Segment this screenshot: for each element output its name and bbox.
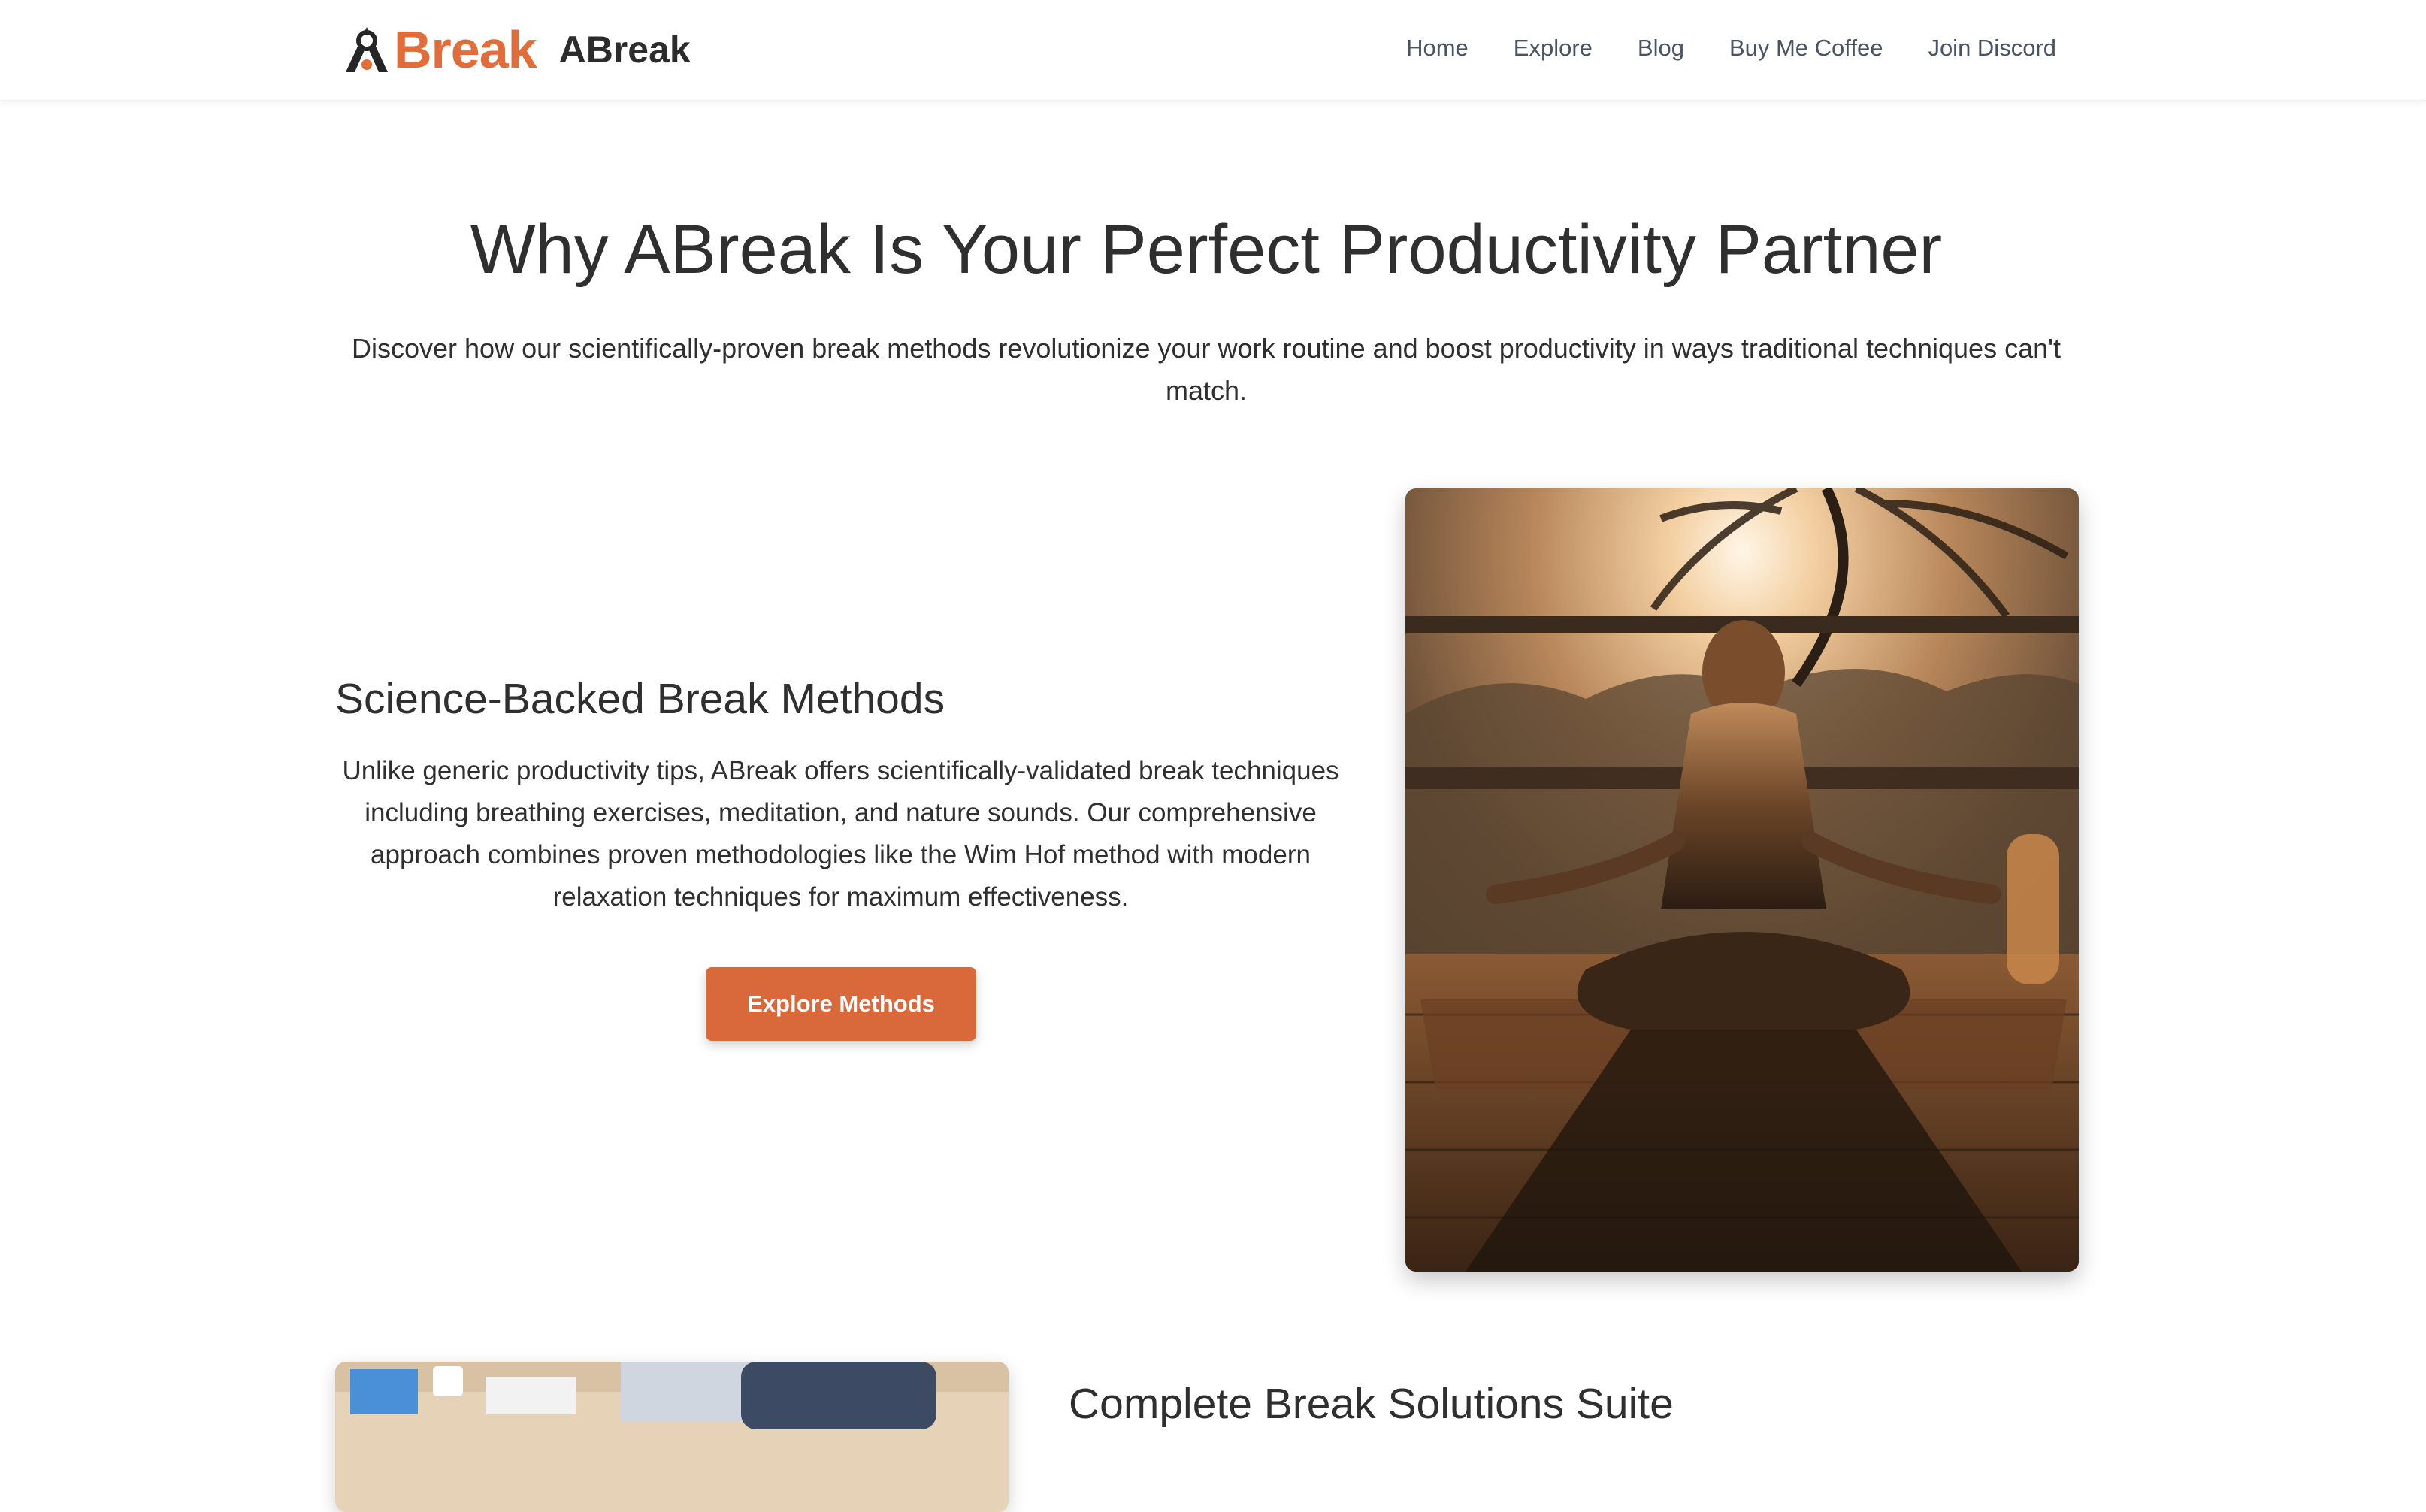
main-nav: Home Explore Blog Buy Me Coffee Join Dis…: [1406, 29, 2056, 68]
nav-join-discord-link[interactable]: Join Discord: [1928, 29, 2056, 68]
nav-explore-link[interactable]: Explore: [1514, 29, 1593, 68]
workspace-image: [335, 1362, 1009, 1512]
feature-title: Complete Break Solutions Suite: [1069, 1380, 1674, 1428]
page-subtitle: Discover how our scientifically-proven b…: [352, 333, 2061, 406]
nav-buy-me-coffee-link[interactable]: Buy Me Coffee: [1729, 29, 1883, 68]
workspace-photo: [335, 1362, 1009, 1512]
logo[interactable]: Break: [340, 23, 537, 77]
feature-description: Unlike generic productivity tips, ABreak…: [342, 756, 1339, 912]
feature-title: Science-Backed Break Methods: [335, 675, 945, 723]
explore-methods-button[interactable]: Explore Methods: [706, 967, 976, 1041]
nav-home-link[interactable]: Home: [1406, 29, 1469, 68]
nav-blog-link[interactable]: Blog: [1638, 29, 1684, 68]
meditation-image: [1405, 488, 2079, 1272]
brand[interactable]: Break ABreak: [340, 21, 691, 78]
meditation-photo: [1405, 488, 2079, 1272]
site-header: Break ABreak Home Explore Blog Buy Me Co…: [0, 0, 2426, 101]
logo-person-icon: [346, 27, 388, 72]
logo-text: Break: [394, 20, 537, 79]
page-title: Why ABreak Is Your Perfect Productivity …: [470, 211, 1943, 288]
brand-name[interactable]: ABreak: [559, 31, 691, 68]
